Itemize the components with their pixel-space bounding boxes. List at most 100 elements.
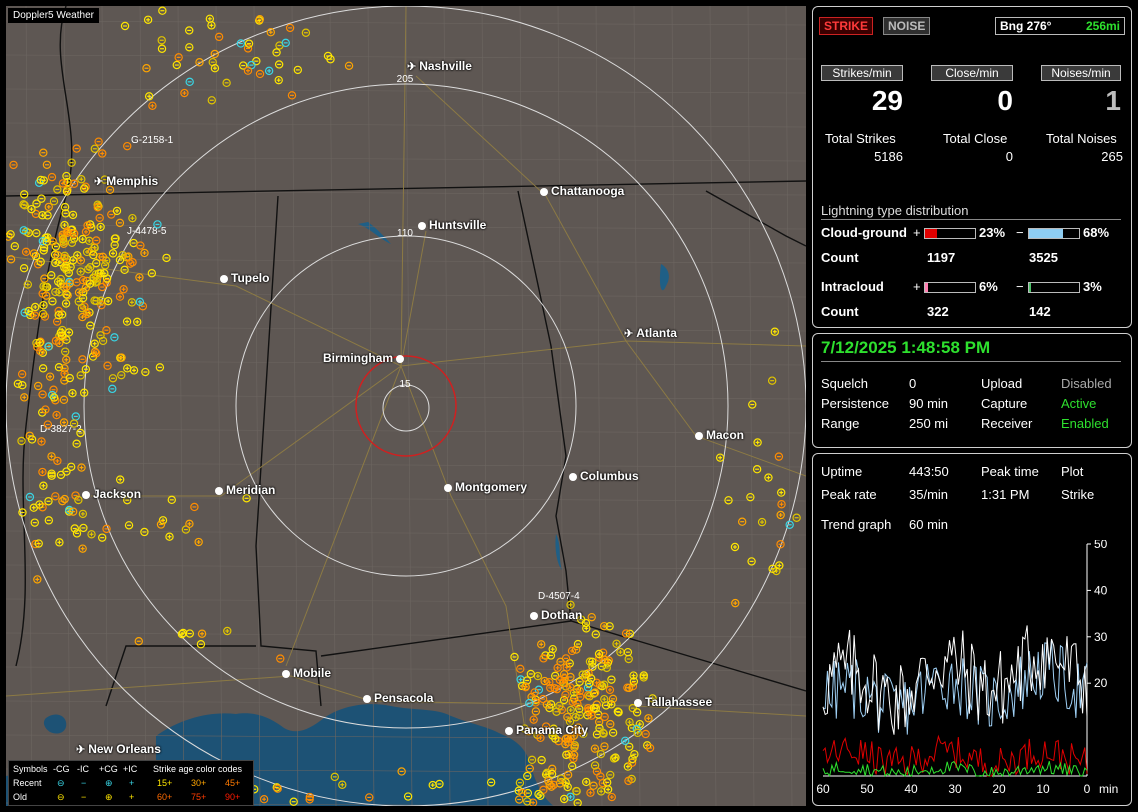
city-dot-icon [540, 187, 548, 196]
strike-symbol [158, 6, 167, 15]
strike-symbol [537, 640, 546, 649]
strike-symbol [32, 199, 41, 208]
strike-symbol [301, 28, 311, 37]
strike-symbol [39, 148, 48, 157]
city-memphis: ✈ Memphis [94, 174, 158, 188]
strike-symbol [69, 179, 79, 188]
trend-y-tick-label: 50 [1094, 540, 1108, 551]
county-line [6, 122, 806, 128]
trend-x-tick-label: 30 [948, 782, 962, 796]
strike-symbol [632, 708, 642, 717]
strike-symbol [79, 523, 88, 533]
city-name: Atlanta [636, 326, 677, 340]
app-logo: Doppler5 Weather [8, 8, 99, 23]
trend-graph-value: 60 min [909, 517, 949, 532]
age-code-30: 30+ [191, 778, 207, 788]
strike-button[interactable]: STRIKE [819, 17, 874, 35]
county-line [6, 394, 806, 400]
strike-symbol [244, 39, 254, 48]
county-line [25, 6, 33, 806]
upload-value: Disabled [1061, 376, 1112, 391]
strike-symbol [607, 792, 617, 802]
city-macon: Macon [695, 428, 744, 442]
strike-symbol [78, 355, 87, 364]
strike-symbol [39, 481, 48, 490]
city-dot-icon [396, 354, 405, 363]
range-label-1: 110 [397, 228, 413, 239]
age-code-60: 60+ [157, 792, 173, 802]
county-line [671, 6, 679, 806]
lake-lanier [659, 264, 669, 291]
trend-x-tick-label: 10 [1036, 782, 1050, 796]
strike-symbol [20, 190, 29, 199]
city-jackson: Jackson [82, 487, 141, 501]
city-name: Columbus [580, 469, 639, 483]
strike-symbol [77, 175, 86, 184]
strike-symbol [274, 75, 283, 85]
strike-symbol [71, 412, 80, 421]
strike-symbol [641, 729, 650, 739]
strike-symbol [606, 719, 615, 729]
strike-symbol [78, 544, 87, 553]
strike-symbol [37, 437, 46, 446]
storm-track-label-3: D-4507-4 [538, 591, 580, 602]
strike-symbol [293, 65, 303, 75]
city-huntsville: Huntsville [418, 218, 486, 232]
strike-symbol [582, 777, 591, 787]
upload-label: Upload [981, 376, 1023, 391]
strike-symbol [194, 537, 203, 547]
strike-symbol [531, 707, 541, 716]
strike-symbol [98, 149, 107, 158]
legend-header-row: Symbols -CG -IC +CG +IC Strike age color… [13, 764, 242, 774]
trend-x-tick-label: 50 [860, 782, 874, 796]
lightning-map[interactable]: 205 110 15 G-2158-1 J-4478-5 D-3827-2 D-4507-4… [6, 6, 806, 806]
legend-old-label: Old [13, 792, 28, 802]
total-strikes-label: Total Strikes [825, 131, 896, 146]
strike-symbol [31, 302, 40, 312]
city-name: Tupelo [231, 271, 270, 285]
strike-symbol [185, 519, 194, 529]
trend-graph: 50 40 30 20 60 50 40 30 20 10 0 min [816, 540, 1118, 796]
strike-symbol [72, 144, 81, 153]
county-line [6, 326, 806, 332]
noises-min-value: 1 [1105, 85, 1121, 116]
strike-symbol [731, 598, 740, 608]
walter-f-george-lake [555, 534, 562, 570]
old-pic-symbol-icon: + [129, 792, 135, 802]
cg-negative-count: 3525 [1029, 250, 1058, 265]
strike-symbol [157, 36, 166, 45]
strike-symbol [108, 249, 118, 258]
ic-minus-sign: − [1016, 279, 1024, 294]
strike-symbol [136, 241, 145, 250]
plot-value[interactable]: Strike [1061, 487, 1094, 502]
strike-symbol [68, 389, 77, 398]
strike-symbol [21, 247, 31, 257]
current-datetime: 7/12/2025 1:48:58 PM [821, 338, 991, 357]
legend-header-pic: +IC [123, 764, 138, 774]
strike-symbol [748, 400, 757, 409]
strike-symbol [156, 520, 166, 529]
strike-symbol [43, 211, 52, 220]
strike-symbol [117, 370, 126, 380]
strike-symbol [287, 91, 297, 100]
strike-symbol [185, 77, 194, 87]
strike-symbol [133, 317, 142, 327]
strike-symbol [32, 228, 41, 238]
storm-track-label-0: G-2158-1 [131, 135, 174, 146]
trend-series-total [822, 625, 1088, 735]
noise-button[interactable]: NOISE [883, 17, 931, 35]
city-dot-icon [695, 431, 703, 440]
strike-symbol [77, 463, 86, 472]
strike-symbol [120, 21, 130, 31]
total-noises-value: 265 [1101, 149, 1123, 164]
strike-symbol [60, 494, 69, 504]
trend-y-tick-label: 20 [1094, 676, 1108, 690]
cg-negative-pct: 68% [1083, 225, 1110, 240]
strike-symbol [30, 518, 39, 527]
strike-symbol [98, 533, 107, 542]
strike-symbol [777, 500, 786, 509]
strike-symbol [608, 728, 618, 737]
cg-minus-sign: − [1016, 225, 1024, 240]
strike-symbol [48, 297, 57, 306]
cg-positive-pct: 23% [979, 225, 1006, 240]
